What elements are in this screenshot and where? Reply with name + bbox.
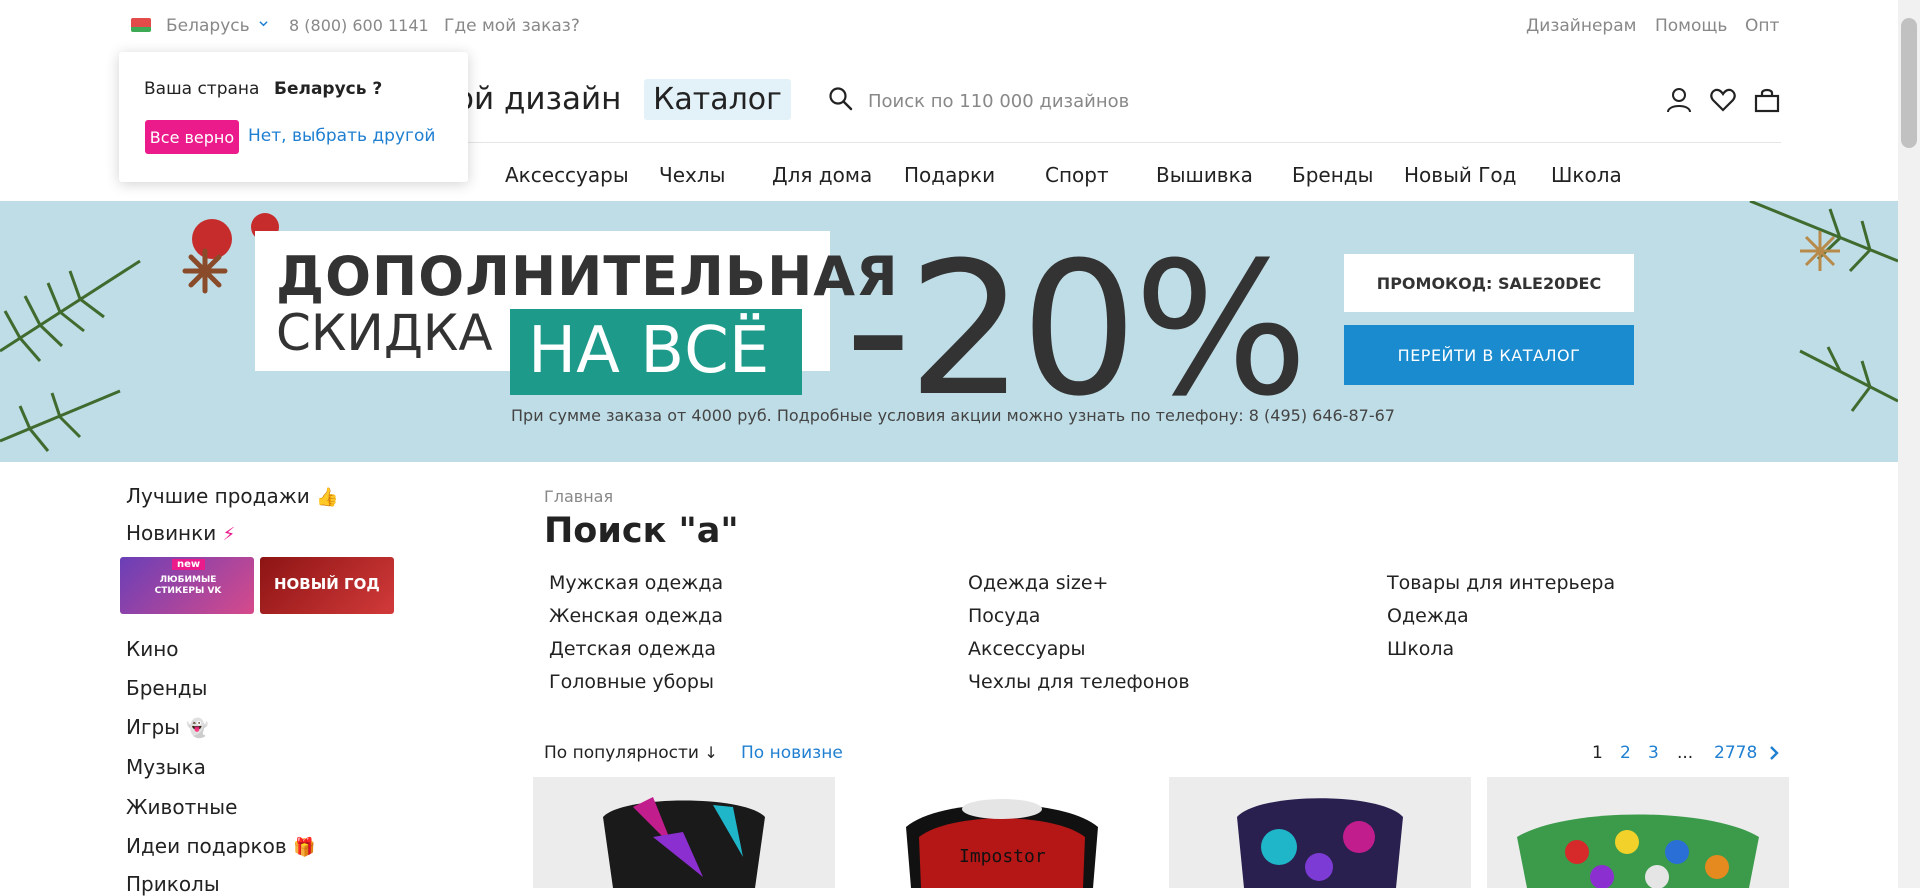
- scrollbar-thumb[interactable]: [1901, 18, 1917, 148]
- svg-text:Impostor: Impostor: [959, 846, 1046, 867]
- page-ellipsis: ...: [1677, 743, 1694, 763]
- page-title: Поиск "а": [544, 511, 739, 551]
- bag-icon[interactable]: [1753, 86, 1781, 114]
- category-link[interactable]: Одежда: [1387, 605, 1469, 627]
- sidebar-item-label: Лучшие продажи: [126, 484, 310, 508]
- confirm-country-button[interactable]: Все верно: [145, 120, 239, 154]
- sidebar-item-gift-ideas[interactable]: Идеи подарков 🎁: [126, 834, 315, 858]
- sidebar-item-music[interactable]: Музыка: [126, 755, 206, 779]
- thumbs-up-icon: 👍: [316, 487, 339, 508]
- nav-gifts[interactable]: Подарки: [904, 163, 995, 187]
- chevron-down-icon[interactable]: [259, 19, 268, 28]
- nav-accessories[interactable]: Аксессуары: [505, 163, 629, 187]
- belarus-flag-icon[interactable]: [131, 18, 151, 32]
- sidebar-item-movies[interactable]: Кино: [126, 637, 179, 661]
- phone-link[interactable]: 8 (800) 600 1141: [289, 16, 429, 35]
- page-link-last[interactable]: 2778: [1714, 743, 1757, 763]
- help-link[interactable]: Помощь: [1655, 16, 1727, 36]
- promo-thumb-label: ЛЮБИМЫЕ СТИКЕРЫ VK: [154, 575, 222, 596]
- nav-brands[interactable]: Бренды: [1292, 163, 1373, 187]
- promo-thumb-label: НОВЫЙ ГОД: [274, 575, 380, 593]
- logo-text[interactable]: ой дизайн: [455, 81, 621, 117]
- product-image-tshirt-impostor: Impostor: [906, 799, 1098, 888]
- search-input[interactable]: [866, 84, 1430, 118]
- page-link[interactable]: 2: [1620, 743, 1631, 763]
- gift-icon: 🎁: [293, 837, 316, 858]
- choose-other-country-link[interactable]: Нет, выбрать другой: [248, 126, 435, 146]
- banner-conditions: При сумме заказа от 4000 руб. Подробные …: [511, 406, 1395, 425]
- product-image-hoodie-splash: [1237, 798, 1403, 888]
- category-link[interactable]: Чехлы для телефонов: [968, 671, 1190, 693]
- sidebar-item-label: Идеи подарков: [126, 834, 287, 858]
- sidebar-item-label: Игры: [126, 715, 180, 739]
- user-icon[interactable]: [1665, 86, 1693, 114]
- nav-cases[interactable]: Чехлы: [659, 163, 725, 187]
- sort-label: По популярности: [544, 743, 699, 763]
- sidebar-item-animals[interactable]: Животные: [126, 795, 237, 819]
- designers-link[interactable]: Дизайнерам: [1526, 16, 1636, 36]
- sidebar-item-jokes[interactable]: Приколы: [126, 872, 220, 896]
- banner-headline-line3: НА ВСЁ: [528, 314, 770, 388]
- ghost-icon: 👻: [186, 718, 209, 739]
- fir-branch-right-decoration: [1749, 201, 1898, 412]
- product-card[interactable]: [533, 777, 835, 888]
- category-link[interactable]: Головные уборы: [549, 671, 714, 693]
- banner-discount: -20%: [845, 223, 1308, 437]
- order-tracking-link[interactable]: Где мой заказ?: [444, 16, 580, 36]
- product-card[interactable]: [1169, 777, 1471, 888]
- promo-thumb-new-year[interactable]: НОВЫЙ ГОД: [260, 557, 394, 614]
- heart-icon[interactable]: [1709, 86, 1737, 114]
- chevron-right-icon[interactable]: [1768, 745, 1780, 761]
- nav-home[interactable]: Для дома: [772, 163, 872, 187]
- sidebar-item-new[interactable]: Новинки ⚡: [126, 521, 235, 545]
- country-confirm-popup: Ваша страна Беларусь ? Все верно Нет, вы…: [119, 52, 468, 182]
- page-link[interactable]: 3: [1648, 743, 1659, 763]
- product-card[interactable]: [1487, 777, 1789, 888]
- category-link[interactable]: Школа: [1387, 638, 1454, 660]
- banner-headline-line1: ДОПОЛНИТЕЛЬНАЯ: [276, 245, 899, 308]
- new-badge: new: [172, 559, 206, 570]
- product-image-hoodie: [603, 797, 765, 888]
- sidebar-item-brands[interactable]: Бренды: [126, 676, 207, 700]
- country-question: Ваша страна: [144, 79, 260, 99]
- promo-code-box[interactable]: ПРОМОКОД: SALE20DEC: [1344, 254, 1634, 312]
- category-link[interactable]: Детская одежда: [549, 638, 716, 660]
- category-link[interactable]: Товары для интерьера: [1387, 572, 1615, 594]
- category-link[interactable]: Женская одежда: [549, 605, 723, 627]
- header-divider: [455, 142, 1781, 143]
- nav-new-year[interactable]: Новый Год: [1404, 163, 1516, 187]
- nav-school[interactable]: Школа: [1551, 163, 1622, 187]
- country-selector[interactable]: Беларусь: [166, 16, 250, 36]
- category-link[interactable]: Мужская одежда: [549, 572, 723, 594]
- promo-banner[interactable]: ДОПОЛНИТЕЛЬНАЯ СКИДКА НА ВСЁ -20% При су…: [0, 201, 1898, 462]
- product-image-tshirt-pattern: [1517, 814, 1759, 888]
- search-icon[interactable]: [828, 86, 854, 112]
- category-link[interactable]: Посуда: [968, 605, 1040, 627]
- category-link[interactable]: Аксессуары: [968, 638, 1085, 660]
- sidebar-item-label: Новинки: [126, 521, 217, 545]
- arrow-down-icon: ↓: [704, 743, 718, 762]
- sort-by-popularity[interactable]: По популярности ↓: [544, 743, 718, 763]
- category-link[interactable]: Одежда size+: [968, 572, 1108, 594]
- catalog-button[interactable]: Каталог: [644, 79, 791, 120]
- page-current[interactable]: 1: [1592, 743, 1603, 763]
- lightning-icon: ⚡: [222, 524, 236, 545]
- breadcrumb-home[interactable]: Главная: [544, 487, 613, 506]
- wholesale-link[interactable]: Опт: [1745, 16, 1779, 36]
- sidebar-item-best-sellers[interactable]: Лучшие продажи 👍: [126, 484, 339, 508]
- nav-embroidery[interactable]: Вышивка: [1156, 163, 1253, 187]
- product-card[interactable]: Impostor: [851, 777, 1153, 888]
- top-bar: Беларусь 8 (800) 600 1141 Где мой заказ?…: [0, 0, 1898, 55]
- sort-by-newest[interactable]: По новизне: [741, 743, 843, 763]
- sidebar-item-games[interactable]: Игры 👻: [126, 715, 209, 739]
- country-name: Беларусь ?: [274, 79, 383, 99]
- go-to-catalog-button[interactable]: ПЕРЕЙТИ В КАТАЛОГ: [1344, 325, 1634, 385]
- promo-thumb-stickers[interactable]: new ЛЮБИМЫЕ СТИКЕРЫ VK: [120, 557, 254, 614]
- banner-headline-line2: СКИДКА: [276, 304, 493, 362]
- nav-sport[interactable]: Спорт: [1045, 163, 1109, 187]
